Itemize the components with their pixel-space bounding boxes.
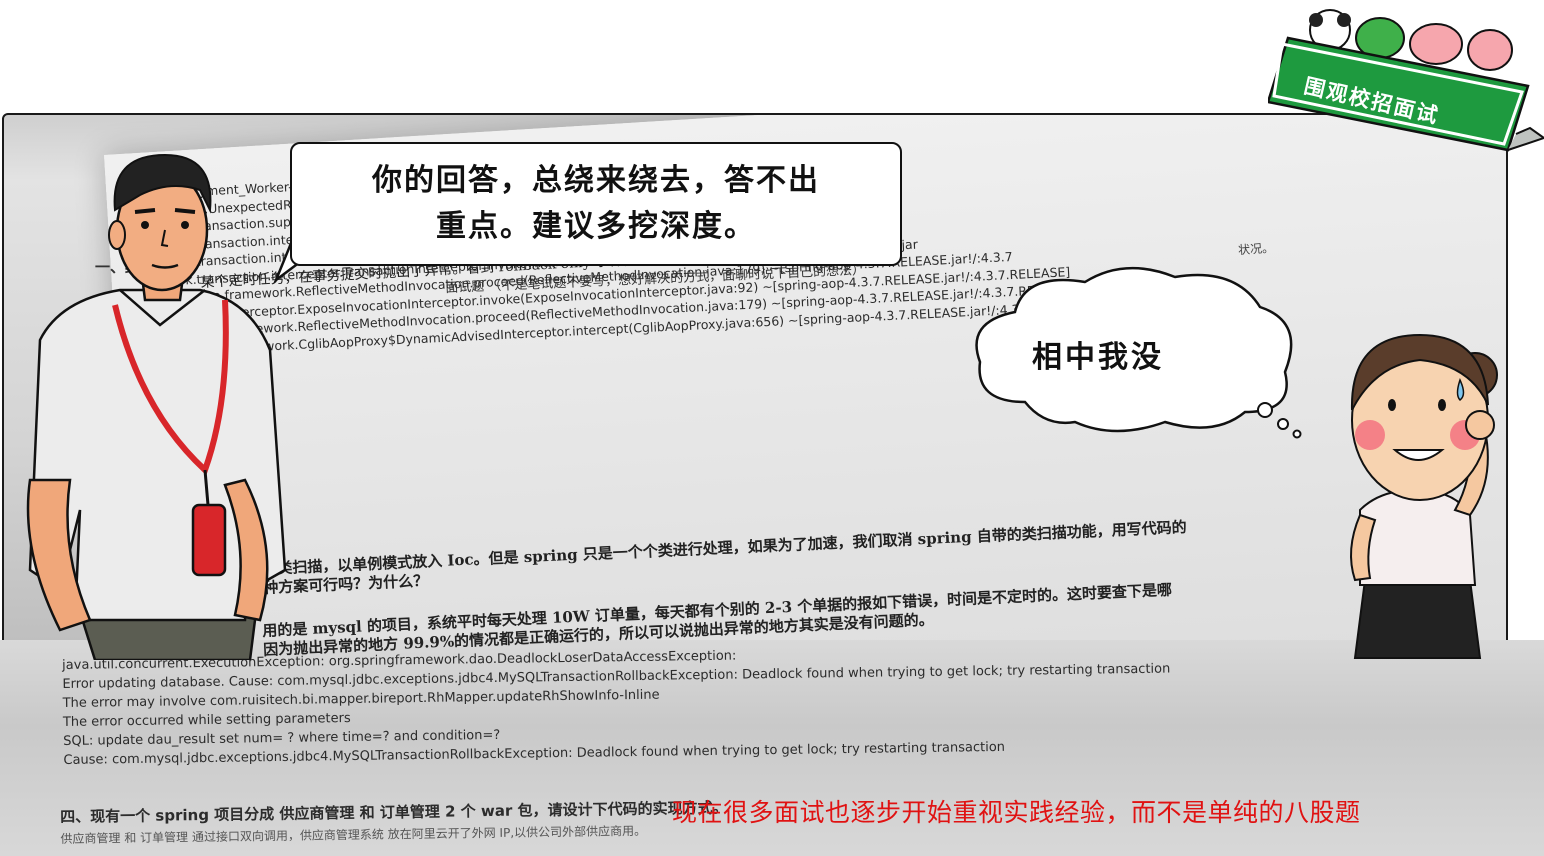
speech-line-2: 重点。建议多挖深度。 bbox=[436, 209, 756, 244]
candidate-illustration bbox=[1350, 333, 1498, 659]
speech-line-1: 你的回答，总绕来绕去，答不出 bbox=[372, 163, 820, 198]
caption: 现在很多面试也逐步开始重视实践经验，而不是单纯的八股题 bbox=[672, 798, 1361, 827]
section4: 四、现有一个 spring 项目分成 供应商管理 和 订单管理 2 个 war … bbox=[60, 797, 728, 850]
speech-bubble: 你的回答，总绕来绕去，答不出 重点。建议多挖深度。 bbox=[290, 142, 902, 266]
stray-text: 状况。 bbox=[1237, 240, 1275, 258]
thought-text: 相中我没 bbox=[1032, 340, 1164, 375]
interviewer-illustration bbox=[26, 153, 287, 660]
